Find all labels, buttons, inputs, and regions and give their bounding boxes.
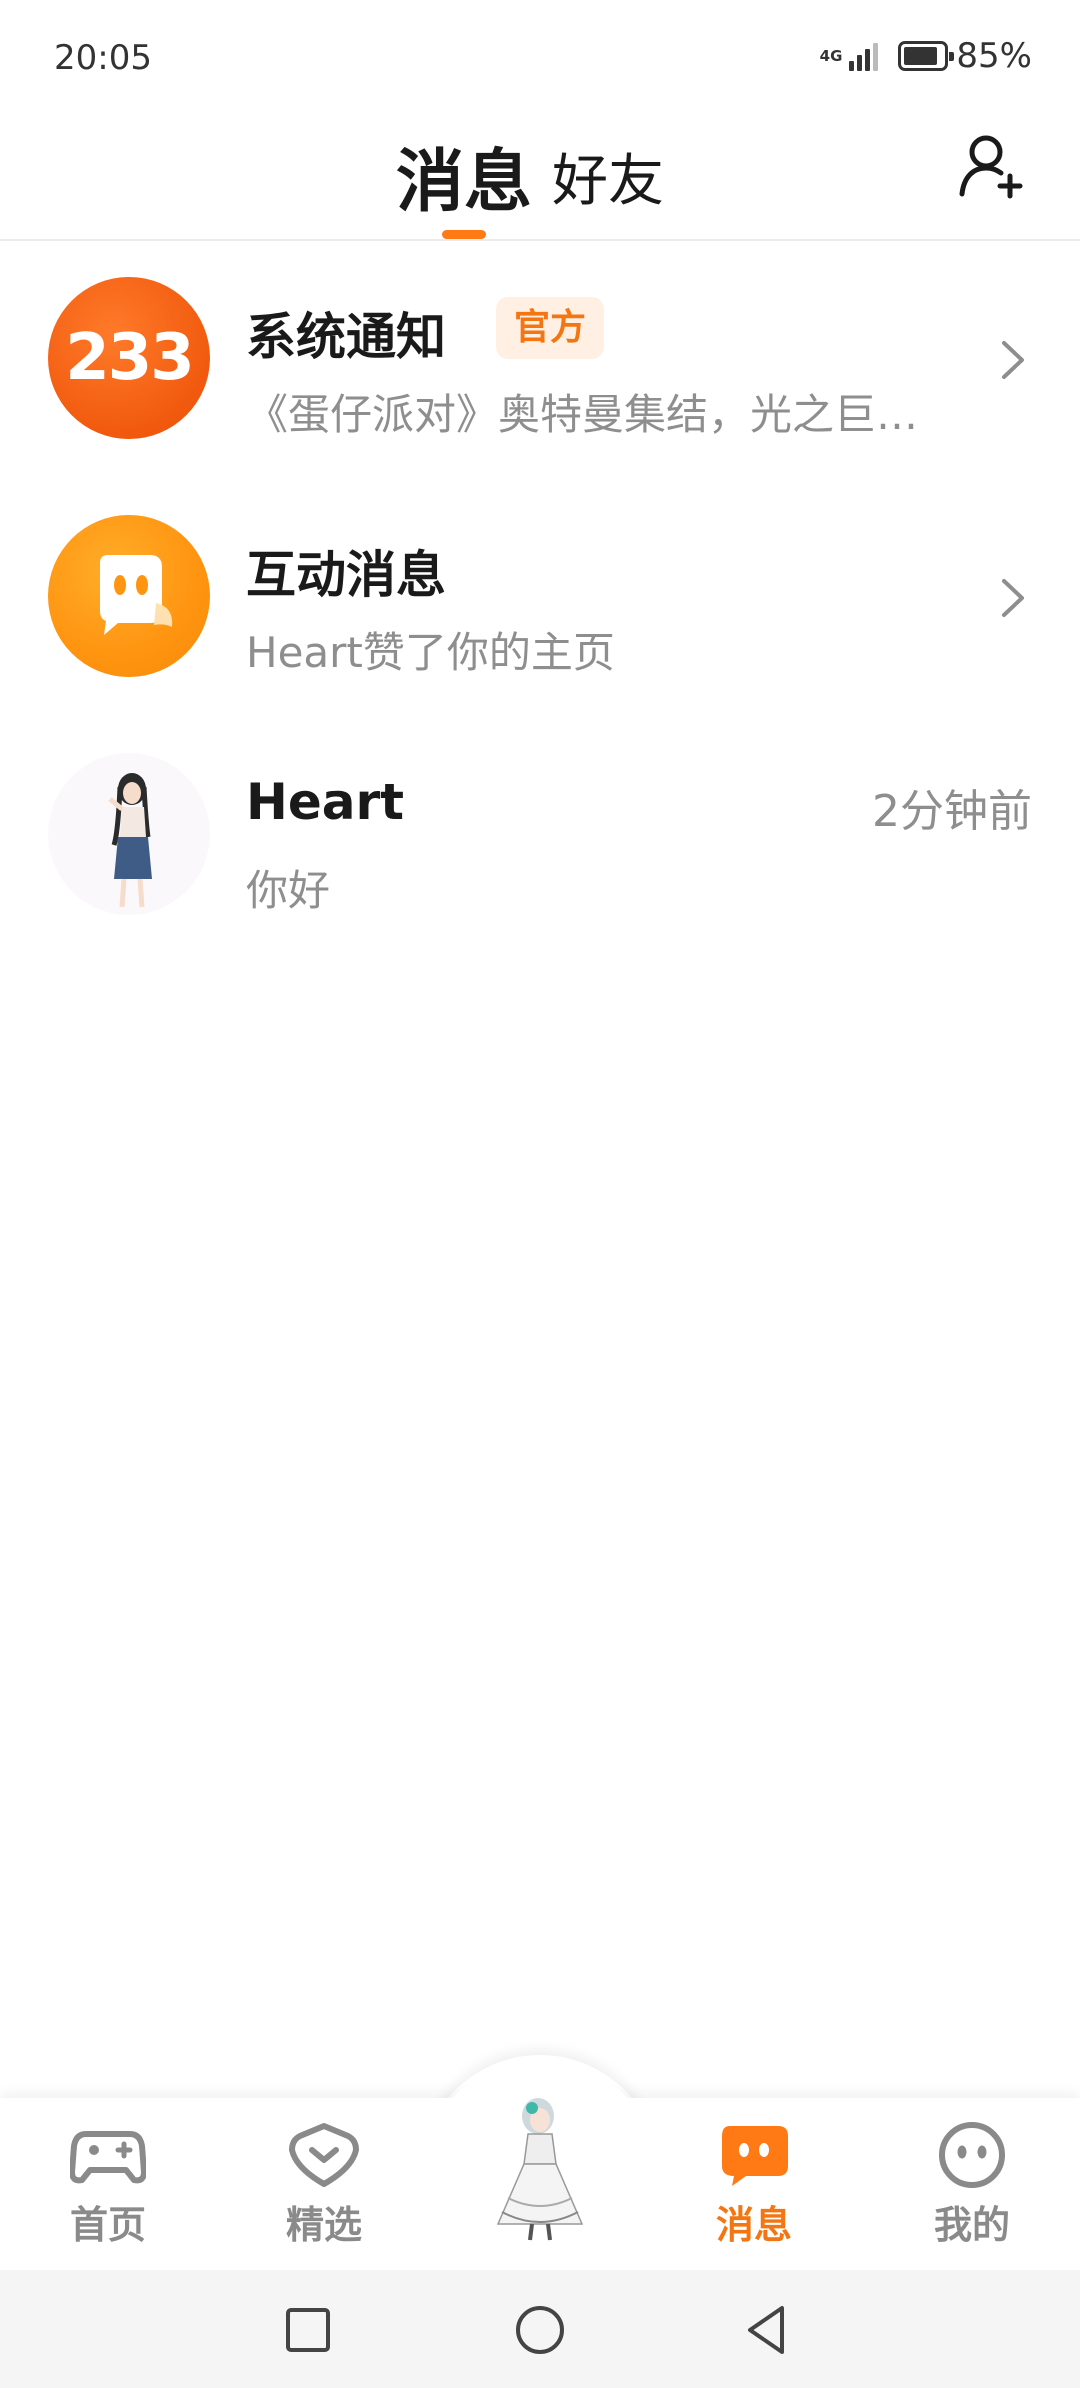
- row-preview: 《蛋仔派对》奥特曼集结，光之巨…: [246, 390, 919, 439]
- heart-badge-icon: [289, 2123, 359, 2187]
- row-title: Heart: [246, 773, 405, 831]
- status-bar: 20:05 4G 85%: [0, 0, 1080, 116]
- system-avatar: 233: [48, 277, 210, 439]
- chat-bubble-face-icon: [100, 555, 173, 635]
- home-icon[interactable]: [510, 2300, 570, 2360]
- header-tabs: 消息 好友: [396, 116, 664, 241]
- row-title: 互动消息: [246, 546, 446, 604]
- row-preview: 你好: [246, 866, 331, 915]
- avatar-233-text: 233: [65, 321, 195, 395]
- battery-fill: [904, 47, 937, 65]
- chevron-right-icon: [1002, 341, 1024, 379]
- network-type: 4G: [819, 46, 843, 65]
- tab-messages[interactable]: 消息: [396, 126, 532, 225]
- message-row-heart[interactable]: Heart 2分钟前 你好: [0, 717, 1080, 955]
- battery-percent: 85%: [956, 36, 1032, 76]
- chat-icon: [722, 2126, 788, 2186]
- nav-messages[interactable]: 消息: [674, 2120, 834, 2260]
- smiley-icon: [939, 2122, 1005, 2188]
- nav-label-home: 首页: [69, 2203, 146, 2247]
- chevron-right-icon: [1002, 579, 1024, 617]
- interaction-avatar: [48, 515, 210, 677]
- status-indicators: 4G 85%: [820, 36, 1032, 76]
- header: 消息 好友: [0, 116, 1080, 241]
- nav-center-avatar[interactable]: [470, 2074, 610, 2254]
- character-avatar: [496, 2098, 584, 2241]
- active-tab-indicator: [442, 230, 486, 239]
- back-icon[interactable]: [738, 2300, 798, 2360]
- system-nav-bar: [0, 2270, 1080, 2388]
- nav-label-profile: 我的: [933, 2203, 1010, 2247]
- row-preview: Heart赞了你的主页: [246, 628, 615, 677]
- character-figure: [108, 773, 152, 908]
- user-avatar: [48, 753, 210, 915]
- row-time: 2分钟前: [872, 786, 1032, 837]
- nav-featured[interactable]: 精选: [244, 2120, 404, 2260]
- gamepad-icon: [70, 2131, 146, 2184]
- status-time: 20:05: [54, 38, 152, 78]
- battery-cap: [949, 52, 955, 61]
- tab-friends[interactable]: 好友: [552, 136, 664, 217]
- row-title: 系统通知: [246, 308, 446, 366]
- signal-icon: [846, 41, 879, 71]
- nav-label-featured: 精选: [285, 2203, 362, 2247]
- message-list: 233 系统通知 官方 《蛋仔派对》奥特曼集结，光之巨… 互动消息 Heart赞…: [0, 241, 1080, 955]
- add-person-icon[interactable]: [956, 130, 1028, 202]
- recent-apps-icon[interactable]: [278, 2300, 338, 2360]
- nav-profile[interactable]: 我的: [892, 2120, 1052, 2260]
- nav-home[interactable]: 首页: [28, 2120, 188, 2260]
- message-row-system[interactable]: 233 系统通知 官方 《蛋仔派对》奥特曼集结，光之巨…: [0, 241, 1080, 479]
- battery-icon: [898, 41, 955, 71]
- message-row-interaction[interactable]: 互动消息 Heart赞了你的主页: [0, 479, 1080, 717]
- nav-label-messages: 消息: [715, 2203, 792, 2247]
- official-badge: 官方: [496, 297, 605, 359]
- messages-screen: 20:05 4G 85% 消息 好友 233 系统通知 官方 《蛋仔派对》奥特曼…: [0, 0, 1080, 2388]
